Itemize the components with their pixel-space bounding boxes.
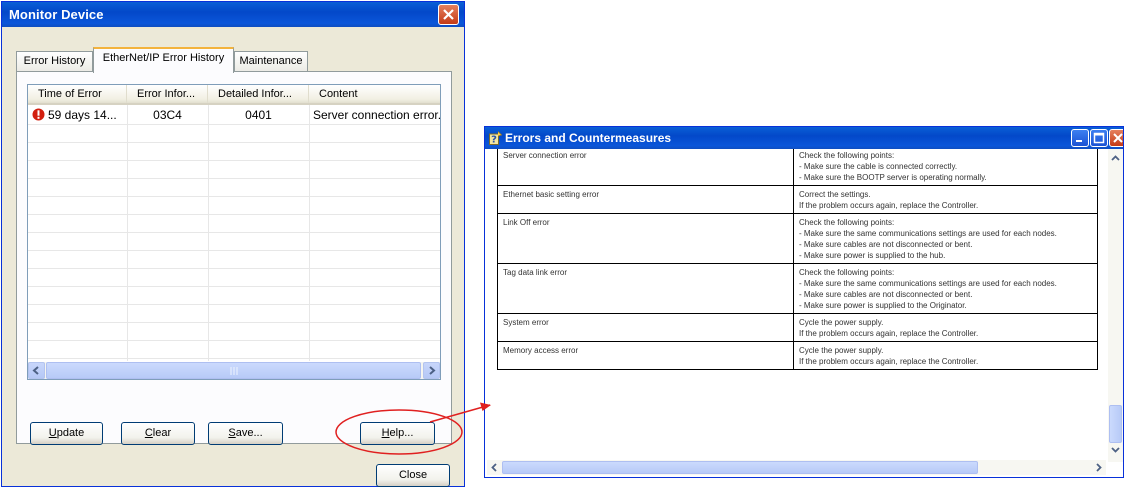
close-window-button[interactable]: [1109, 129, 1123, 147]
error-name: System error: [497, 313, 794, 342]
close-window-button[interactable]: [438, 4, 459, 25]
error-icon: [32, 108, 45, 121]
scroll-thumb[interactable]: [502, 461, 978, 474]
table-row: Link Off error Check the following point…: [497, 213, 1098, 264]
save-button[interactable]: Save...: [208, 422, 283, 445]
help-icon: ?: [489, 131, 502, 145]
scroll-right-button[interactable]: [423, 362, 440, 379]
error-name: Tag data link error: [497, 263, 794, 314]
close-button[interactable]: Close: [376, 464, 450, 487]
scroll-left-icon: [491, 463, 497, 472]
cell-content: Server connection error.: [313, 108, 441, 122]
grip-icon: [230, 367, 238, 375]
table-row: Tag data link error Check the following …: [497, 263, 1098, 314]
errors-table: Server connection error Check the follow…: [497, 149, 1098, 370]
maximize-icon: [1093, 132, 1105, 144]
close-icon: [443, 9, 454, 20]
scroll-up-icon: [1111, 155, 1120, 161]
maximize-button[interactable]: [1090, 129, 1108, 147]
tab-ethernet-ip-error-history[interactable]: EtherNet/IP Error History: [93, 47, 234, 73]
monitor-device-window: Monitor Device Error History EtherNet/IP…: [1, 1, 465, 487]
scroll-right-icon: [1096, 463, 1102, 472]
countermeasure: Correct the settings. If the problem occ…: [793, 185, 1098, 214]
close-icon: [1113, 133, 1123, 143]
scroll-thumb[interactable]: [1109, 405, 1122, 443]
cell-detailed-info: 0401: [245, 108, 272, 122]
list-header: Time of Error Error Infor... Detailed In…: [28, 85, 440, 105]
column-header-error-info[interactable]: Error Infor...: [127, 85, 208, 103]
error-list: Time of Error Error Infor... Detailed In…: [27, 84, 441, 380]
horizontal-scrollbar[interactable]: [487, 460, 1106, 475]
scroll-thumb[interactable]: [46, 362, 421, 379]
window-title: Errors and Countermeasures: [505, 131, 672, 145]
clear-button[interactable]: Clear: [121, 422, 195, 445]
error-name: Memory access error: [497, 341, 794, 370]
countermeasure: Check the following points: - Make sure …: [793, 149, 1098, 186]
window-title: Monitor Device: [9, 7, 104, 22]
table-row: System error Cycle the power supply. If …: [497, 313, 1098, 342]
cell-time: 59 days 14...: [48, 108, 117, 122]
vertical-scrollbar[interactable]: [1108, 149, 1123, 462]
errors-content: Server connection error Check the follow…: [487, 149, 1102, 458]
countermeasure: Check the following points: - Make sure …: [793, 263, 1098, 314]
errors-titlebar[interactable]: ? Errors and Countermeasures: [485, 127, 1123, 149]
table-row: Memory access error Cycle the power supp…: [497, 341, 1098, 370]
error-name: Link Off error: [497, 213, 794, 264]
countermeasure: Check the following points: - Make sure …: [793, 213, 1098, 264]
scroll-right-icon: [429, 366, 436, 375]
update-button[interactable]: Update: [30, 422, 103, 445]
error-name: Server connection error: [497, 149, 794, 186]
countermeasure: Cycle the power supply. If the problem o…: [793, 341, 1098, 370]
table-row: Ethernet basic setting error Correct the…: [497, 185, 1098, 214]
scroll-left-icon: [32, 366, 39, 375]
minimize-button[interactable]: [1071, 129, 1089, 147]
tab-error-history[interactable]: Error History: [16, 51, 93, 71]
column-header-content[interactable]: Content: [309, 85, 440, 103]
countermeasure: Cycle the power supply. If the problem o…: [793, 313, 1098, 342]
scroll-down-icon: [1111, 447, 1120, 453]
cell-error-info: 03C4: [153, 108, 182, 122]
scroll-left-button[interactable]: [28, 362, 45, 379]
monitor-device-titlebar[interactable]: Monitor Device: [2, 2, 464, 27]
table-row: Server connection error Check the follow…: [497, 149, 1098, 186]
column-header-detailed-info[interactable]: Detailed Infor...: [208, 85, 309, 103]
minimize-icon: [1076, 140, 1082, 142]
help-button[interactable]: Help...: [360, 422, 435, 445]
column-header-time[interactable]: Time of Error: [28, 85, 127, 103]
error-name: Ethernet basic setting error: [497, 185, 794, 214]
tab-panel: Time of Error Error Infor... Detailed In…: [16, 71, 452, 445]
horizontal-scrollbar[interactable]: [28, 362, 440, 379]
errors-countermeasures-window: ? Errors and Countermeasures Server conn…: [484, 126, 1124, 478]
svg-text:?: ?: [491, 135, 497, 146]
tab-maintenance[interactable]: Maintenance: [234, 51, 308, 71]
